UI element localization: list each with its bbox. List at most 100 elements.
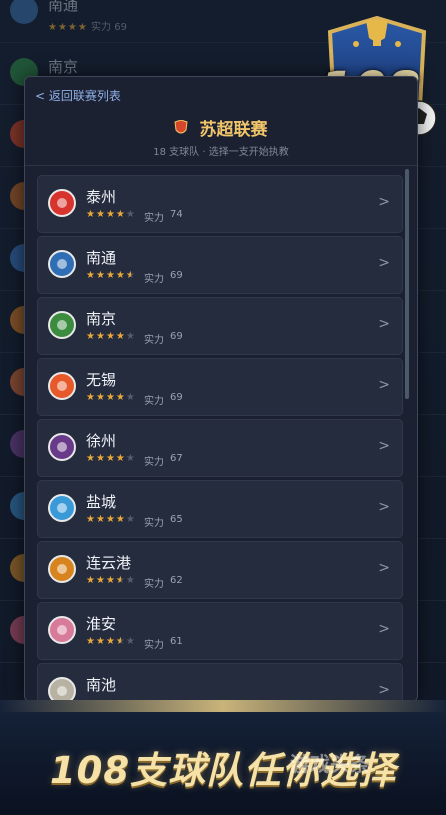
star-full-icon: ★: [86, 209, 96, 220]
star-full-icon: ★: [115, 331, 126, 342]
team-power-label: 实力: [144, 579, 164, 590]
team-row[interactable]: 淮安 ★★★★★ 实力 61 >: [37, 602, 403, 660]
team-name: 南京: [86, 310, 117, 328]
chevron-right-icon: >: [378, 621, 390, 637]
star-empty-icon: ★: [125, 392, 136, 403]
team-rating-stars: ★★★★★: [86, 392, 136, 403]
team-row[interactable]: 徐州 ★★★★★ 实力 67 >: [37, 419, 403, 477]
team-row[interactable]: 连云港 ★★★★★ 实力 62 >: [37, 541, 403, 599]
star-full-icon: ★: [86, 392, 96, 403]
team-row[interactable]: 无锡 ★★★★★ 实力 69 >: [37, 358, 403, 416]
chevron-right-icon: >: [378, 377, 390, 393]
phoenix-icon: [48, 189, 76, 217]
team-name: 连云港: [86, 554, 132, 572]
ship-icon: [48, 250, 76, 278]
star-full-icon: ★: [95, 514, 106, 525]
star-full-icon: ★: [115, 453, 126, 464]
team-power-label: 实力: [144, 213, 164, 224]
star-full-icon: ★: [86, 453, 96, 464]
star-full-icon: ★: [115, 209, 126, 220]
team-rating-stars: ★★★★★: [86, 270, 136, 281]
header-divider: [25, 165, 417, 166]
star-full-icon: ★: [95, 209, 106, 220]
star-full-icon: ★: [86, 270, 96, 281]
team-power-label: 实力: [144, 335, 164, 346]
team-rating-stars: ★★★★★: [86, 575, 136, 586]
team-list-scrollbar[interactable]: [405, 169, 409, 399]
star-half-icon: ★: [115, 575, 126, 586]
star-full-icon: ★: [105, 636, 116, 647]
background-team-badge-icon: [10, 0, 38, 24]
background-team-stars: ★★★★: [48, 22, 88, 33]
chevron-right-icon: >: [378, 682, 390, 698]
team-rating-stars: ★★★★★: [86, 453, 136, 464]
star-full-icon: ★: [115, 392, 126, 403]
chevron-right-icon: >: [378, 316, 390, 332]
star-empty-icon: ★: [125, 453, 136, 464]
team-name: 淮安: [86, 615, 117, 633]
star-empty-icon: ★: [125, 636, 136, 647]
star-full-icon: ★: [95, 636, 106, 647]
star-full-icon: ★: [86, 331, 96, 342]
sword-icon: [48, 433, 76, 461]
team-rating-stars: ★★★★★: [86, 514, 136, 525]
star-full-icon: ★: [115, 514, 126, 525]
watermark-text: 游戏头条: [290, 752, 370, 776]
star-empty-icon: ★: [125, 514, 136, 525]
chevron-right-icon: >: [378, 438, 390, 454]
star-empty-icon: ★: [125, 575, 136, 586]
star-full-icon: ★: [95, 270, 106, 281]
chevron-right-icon: >: [378, 255, 390, 271]
star-full-icon: ★: [105, 331, 116, 342]
star-full-icon: ★: [105, 209, 116, 220]
monkey-icon: [48, 555, 76, 583]
team-name: 无锡: [86, 371, 117, 389]
star-full-icon: ★: [86, 514, 96, 525]
star-full-icon: ★: [95, 575, 106, 586]
star-full-icon: ★: [115, 270, 126, 281]
team-row[interactable]: 盐城 ★★★★★ 实力 65 >: [37, 480, 403, 538]
team-rating-stars: ★★★★★: [86, 636, 136, 647]
star-full-icon: ★: [95, 392, 106, 403]
team-row[interactable]: 南通 ★★★★★ 实力 69 >: [37, 236, 403, 294]
team-power-label: 实力: [144, 518, 164, 529]
team-row[interactable]: 泰州 ★★★★★ 实力 74 >: [37, 175, 403, 233]
team-power-value: 62: [170, 575, 183, 586]
star-full-icon: ★: [105, 453, 116, 464]
chevron-right-icon: >: [378, 194, 390, 210]
crane-icon: [48, 494, 76, 522]
banner-glow-line: [0, 700, 446, 712]
team-row[interactable]: 南京 ★★★★★ 实力 69 >: [37, 297, 403, 355]
back-to-league-list-link[interactable]: < 返回联赛列表: [35, 87, 121, 104]
team-power-value: 74: [170, 209, 183, 220]
star-full-icon: ★: [105, 514, 116, 525]
background-team-power: 69: [114, 22, 127, 33]
chevron-right-icon: >: [378, 560, 390, 576]
team-row[interactable]: 南池 >: [37, 663, 403, 701]
team-power-label: 实力: [144, 396, 164, 407]
star-full-icon: ★: [105, 392, 116, 403]
star-half-icon: ★: [125, 270, 136, 281]
background-team-power-label: 实力: [91, 22, 112, 33]
team-rating-stars: ★★★★★: [86, 209, 136, 220]
background-team-name: 南通: [48, 0, 79, 14]
team-name: 泰州: [86, 188, 117, 206]
team-power-value: 69: [170, 392, 183, 403]
team-power-value: 69: [170, 270, 183, 281]
star-full-icon: ★: [95, 331, 106, 342]
emblem-icon: [48, 311, 76, 339]
team-power-value: 67: [170, 453, 183, 464]
background-team-name: 南京: [48, 58, 79, 76]
team-power-value: 69: [170, 331, 183, 342]
star-full-icon: ★: [105, 270, 116, 281]
team-name: 南池: [86, 676, 117, 694]
flower-icon: [48, 372, 76, 400]
league-header: 苏超联赛: [25, 115, 417, 140]
league-title: 苏超联赛: [199, 120, 268, 140]
team-power-value: 61: [170, 636, 183, 647]
league-emblem-icon: [174, 118, 189, 136]
team-name: 盐城: [86, 493, 117, 511]
star-empty-icon: ★: [125, 209, 136, 220]
star-full-icon: ★: [86, 575, 96, 586]
team-power-label: 实力: [144, 640, 164, 651]
